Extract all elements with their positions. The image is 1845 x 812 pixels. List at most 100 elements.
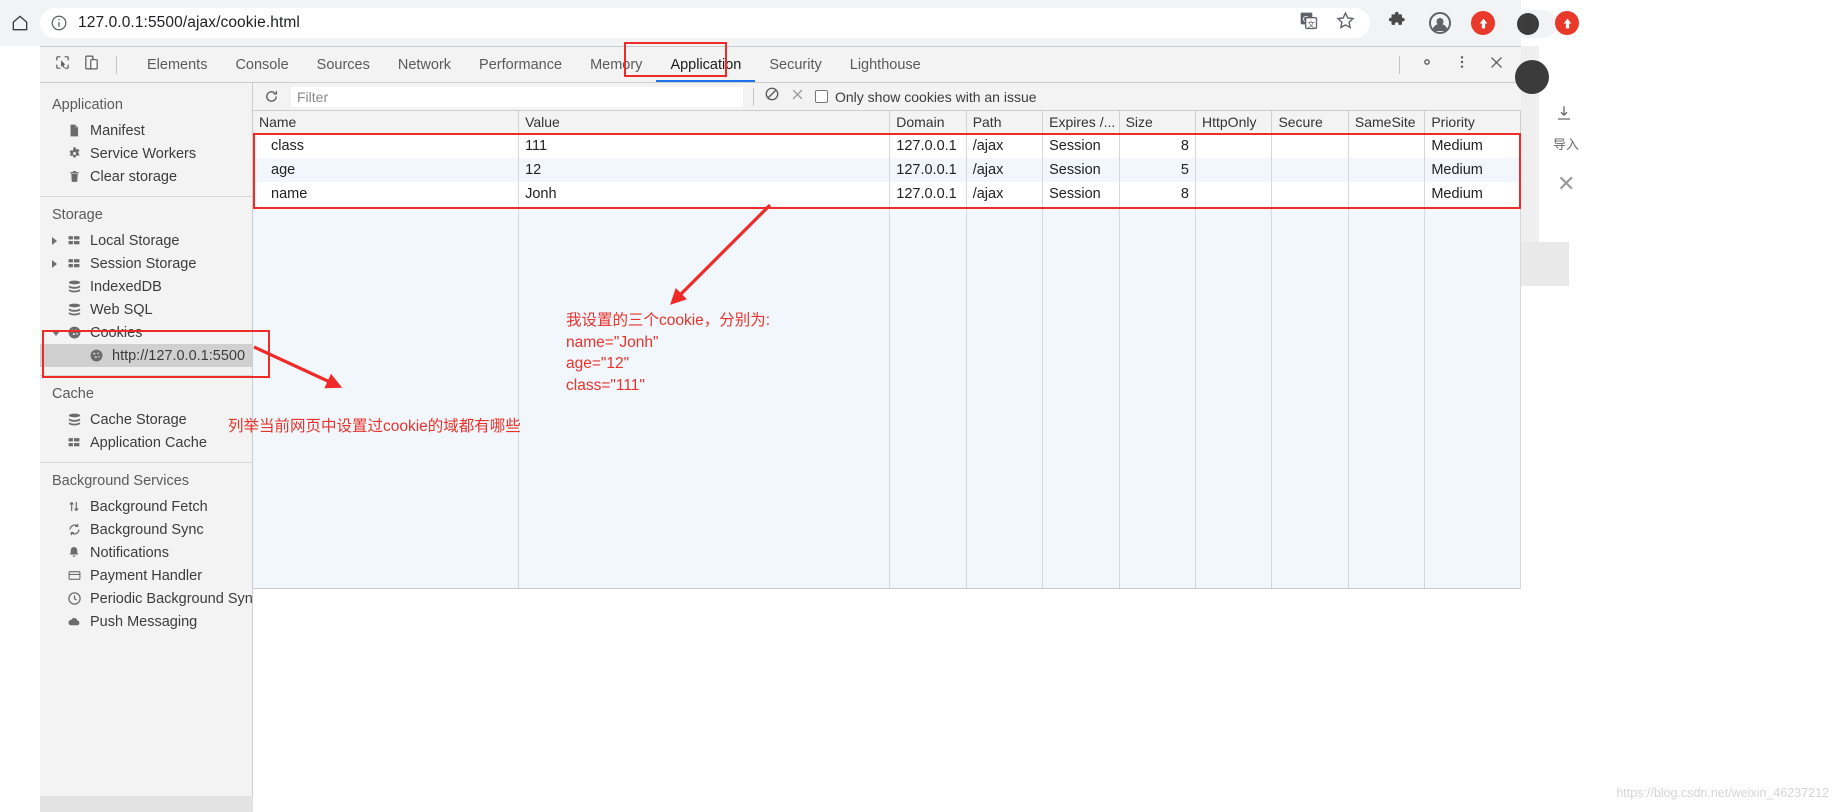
red-extension-icon[interactable] [1471,11,1495,35]
col-domain[interactable]: Domain [889,111,967,135]
sidebar-item-service-workers[interactable]: Service Workers [40,142,252,165]
translate-icon[interactable]: G 文 [1299,11,1319,36]
database-icon [66,412,82,428]
download-icon[interactable] [1555,104,1573,127]
import-label[interactable]: 导入 [1553,134,1579,153]
toolbar-divider-3 [753,87,754,106]
puzzle-icon[interactable] [1388,10,1409,36]
refresh-icon[interactable] [261,87,281,107]
empty-cell [253,206,520,588]
cell-value: 12 [518,158,891,182]
col-path[interactable]: Path [966,111,1044,135]
sidebar-item-label: Application Cache [90,434,207,451]
cookie-icon [88,348,104,364]
sidebar-item-local-storage[interactable]: Local Storage [40,229,252,252]
cell-size: 8 [1119,182,1197,206]
red-extension-icon-2[interactable] [1555,11,1579,35]
sidebar-item-push-messaging[interactable]: Push Messaging [40,610,252,633]
empty-cell [518,206,891,588]
sidebar-item-cache-storage[interactable]: Cache Storage [40,408,252,431]
tab-lighthouse[interactable]: Lighthouse [836,47,935,82]
database-icon [66,279,82,295]
checkbox-box[interactable] [815,90,828,103]
col-name[interactable]: Name [253,111,520,135]
address-bar[interactable]: 127.0.0.1:5500/ajax/cookie.html G 文 [40,8,1370,38]
sidebar-item-cookie-origin[interactable]: http://127.0.0.1:5500 [40,344,252,367]
cell-name: name [253,182,520,206]
col-value[interactable]: Value [518,111,891,135]
cell-priority: Medium [1424,134,1521,158]
table-row[interactable]: age 12 127.0.0.1 /ajax Session 5 Medium [253,158,1521,182]
toolbar-divider-2 [1399,55,1400,74]
domain-note-annotation: 列举当前网页中设置过cookie的域都有哪些 [228,418,521,435]
sidebar-section-application: Application [52,97,123,113]
sidebar-item-application-cache[interactable]: Application Cache [40,431,252,454]
cell-path: /ajax [966,158,1044,182]
tab-elements[interactable]: Elements [133,47,221,82]
chevron-right-icon[interactable] [52,236,57,245]
tab-memory[interactable]: Memory [576,47,656,82]
col-size[interactable]: Size [1119,111,1197,135]
more-vertical-icon[interactable] [1454,54,1470,75]
cell-domain: 127.0.0.1 [889,182,967,206]
sidebar-item-payment-handler[interactable]: Payment Handler [40,564,252,587]
col-priority[interactable]: Priority [1424,111,1521,135]
watermark-text: https://blog.csdn.net/weixin_46237212 [1616,786,1829,800]
browser-toolbar-overflow [1517,0,1845,46]
cell-domain: 127.0.0.1 [889,134,967,158]
page-info-icon[interactable] [50,14,68,32]
cookies-panel: Only show cookies with an issue Name [253,83,1521,812]
tab-application[interactable]: Application [656,47,755,82]
tab-sources[interactable]: Sources [303,47,384,82]
sidebar-item-label: Periodic Background Sync [90,590,253,607]
inspect-element-icon[interactable] [54,54,71,76]
col-expires[interactable]: Expires /... [1042,111,1120,135]
chevron-right-icon[interactable] [52,259,57,268]
block-clear-icon[interactable] [764,86,780,107]
profile-avatar-icon[interactable] [1429,12,1451,34]
empty-cell [1424,206,1521,588]
sidebar-item-background-fetch[interactable]: Background Fetch [40,495,252,518]
sidebar-item-indexeddb[interactable]: IndexedDB [40,275,252,298]
sidebar-item-background-sync[interactable]: Background Sync [40,518,252,541]
gear-icon[interactable] [1418,53,1436,76]
cookie-note-annotation: 我设置的三个cookie，分别为: name="Jonh" age="12" c… [566,312,771,394]
chevron-down-icon[interactable] [52,331,60,336]
tab-security[interactable]: Security [755,47,835,82]
x-delete-icon[interactable] [790,87,805,107]
cell-samesite [1348,182,1426,206]
col-httponly[interactable]: HttpOnly [1195,111,1273,135]
sidebar-item-clear-storage[interactable]: Clear storage [40,165,252,188]
chrome-action-icons [1370,10,1509,36]
tab-network[interactable]: Network [384,47,465,82]
tab-performance[interactable]: Performance [465,47,576,82]
filter-input[interactable] [291,86,743,107]
sidebar-bottom-strip [40,796,253,812]
table-row[interactable]: name Jonh 127.0.0.1 /ajax Session 8 Medi… [253,182,1521,206]
sidebar-item-notifications[interactable]: Notifications [40,541,252,564]
star-icon[interactable] [1335,10,1356,36]
empty-cell [966,206,1044,588]
table-row[interactable]: class 111 127.0.0.1 /ajax Session 8 Medi… [253,134,1521,158]
close-icon[interactable]: ✕ [1557,171,1575,197]
col-samesite[interactable]: SameSite [1348,111,1426,135]
close-icon[interactable] [1488,54,1505,76]
sidebar-item-manifest[interactable]: Manifest [40,119,252,142]
cell-secure [1271,182,1349,206]
only-show-issues-checkbox[interactable]: Only show cookies with an issue [815,89,1037,105]
tab-console[interactable]: Console [221,47,302,82]
col-secure[interactable]: Secure [1271,111,1349,135]
cell-domain: 127.0.0.1 [889,158,967,182]
sidebar-item-cookies[interactable]: Cookies [40,321,252,344]
sidebar-item-label: Web SQL [90,301,153,318]
home-icon[interactable] [6,9,34,37]
cell-expires: Session [1042,134,1120,158]
sync-icon [66,522,82,538]
device-toolbar-icon[interactable] [83,54,100,76]
sidebar-item-session-storage[interactable]: Session Storage [40,252,252,275]
sidebar-item-periodic-background-sync[interactable]: Periodic Background Sync [40,587,252,610]
bell-icon [66,545,82,561]
cell-secure [1271,158,1349,182]
sidebar-item-web-sql[interactable]: Web SQL [40,298,252,321]
cell-name: class [253,134,520,158]
